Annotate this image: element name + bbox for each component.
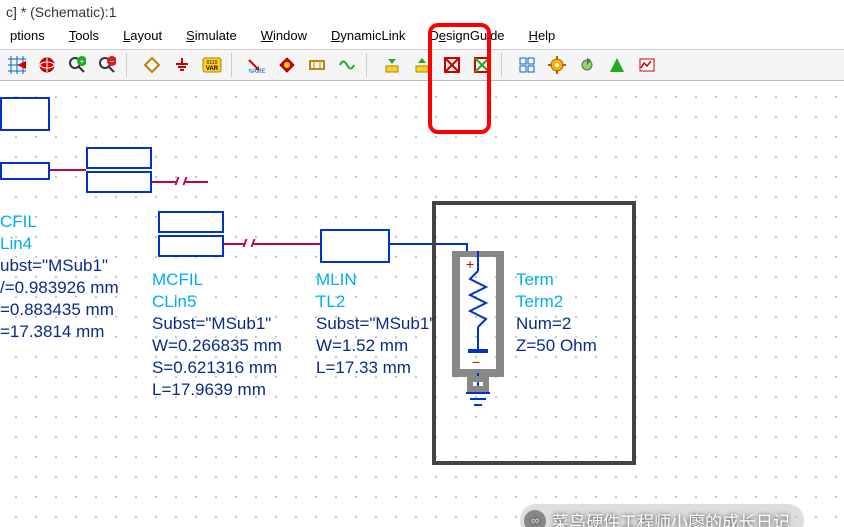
- results-icon[interactable]: [514, 52, 540, 78]
- bus-icon[interactable]: [304, 52, 330, 78]
- component-box[interactable]: [0, 97, 50, 131]
- svg-text:VAR: VAR: [206, 66, 219, 72]
- globe-icon[interactable]: [34, 52, 60, 78]
- wire: [270, 243, 320, 245]
- param-row: L=17.9639 mm: [152, 379, 282, 401]
- component-term[interactable]: + −: [448, 251, 508, 421]
- menu-tools[interactable]: Tools: [59, 26, 109, 45]
- menu-window[interactable]: Window: [251, 26, 317, 45]
- wave-icon[interactable]: [334, 52, 360, 78]
- toolbar: + − 0110VAR NAME: [0, 50, 844, 81]
- var-icon[interactable]: 0110VAR: [199, 52, 225, 78]
- watermark-icon: ∞: [524, 510, 546, 527]
- ground-icon[interactable]: [169, 52, 195, 78]
- toolbar-separator: [501, 53, 508, 77]
- param-row: =17.3814 mm: [0, 321, 119, 343]
- watermark-text: 菜鸟硬件工程师小廖的成长日记: [552, 508, 790, 527]
- params-mlin-tl2[interactable]: MLIN TL2 Subst="MSub1" W=1.52 mm L=17.33…: [316, 269, 435, 379]
- wire: [46, 169, 86, 171]
- zoom-in-icon[interactable]: +: [64, 52, 90, 78]
- toolbar-separator: [231, 53, 238, 77]
- instance-name: Term2: [516, 291, 597, 313]
- param-row: S=0.621316 mm: [152, 357, 282, 379]
- grid-icon[interactable]: [4, 52, 30, 78]
- svg-text:+: +: [466, 256, 474, 272]
- param-row: L=17.33 mm: [316, 357, 435, 379]
- component-box[interactable]: [158, 235, 224, 257]
- params-cfil-lin4[interactable]: CFIL Lin4 ubst="MSub1" /=0.983926 mm =0.…: [0, 211, 119, 344]
- zoom-out-icon[interactable]: −: [94, 52, 120, 78]
- menu-help[interactable]: Help: [519, 26, 566, 45]
- param-row: =0.883435 mm: [0, 299, 119, 321]
- param-row: Z=50 Ohm: [516, 335, 597, 357]
- instance-name: CLin5: [152, 291, 282, 313]
- menu-dynamiclink[interactable]: DynamicLink: [321, 26, 415, 45]
- name-icon[interactable]: NAME: [244, 52, 270, 78]
- optimize-icon[interactable]: [604, 52, 630, 78]
- annotation-highlight: [428, 23, 491, 134]
- menu-simulate[interactable]: Simulate: [176, 26, 247, 45]
- param-row: W=0.266835 mm: [152, 335, 282, 357]
- menu-options[interactable]: ptions: [0, 26, 55, 45]
- component-box[interactable]: [158, 211, 224, 233]
- toolbar-separator: [366, 53, 373, 77]
- component-box[interactable]: [0, 162, 50, 180]
- simulate-gear-icon[interactable]: [544, 52, 570, 78]
- component-mlin[interactable]: [320, 229, 390, 263]
- pin-icon[interactable]: [139, 52, 165, 78]
- component-box[interactable]: [86, 147, 152, 169]
- component-name: MCFIL: [152, 269, 282, 291]
- component-box[interactable]: [86, 171, 152, 193]
- menu-layout[interactable]: Layout: [113, 26, 172, 45]
- svg-text:NAME: NAME: [248, 69, 265, 74]
- param-row: Subst="MSub1": [316, 313, 435, 335]
- watermark: ∞ 菜鸟硬件工程师小廖的成长日记: [520, 504, 804, 527]
- param-row: Num=2: [516, 313, 597, 335]
- param-row: W=1.52 mm: [316, 335, 435, 357]
- toolbar-separator: [126, 53, 133, 77]
- instance-name: Lin4: [0, 233, 119, 255]
- instance-name: TL2: [316, 291, 435, 313]
- component-name: MLIN: [316, 269, 435, 291]
- svg-text:−: −: [472, 354, 480, 370]
- params-term-term2[interactable]: Term Term2 Num=2 Z=50 Ohm: [516, 269, 597, 357]
- display-icon[interactable]: [634, 52, 660, 78]
- menu-bar: ptions Tools Layout Simulate Window Dyna…: [0, 24, 844, 50]
- probe-icon[interactable]: [274, 52, 300, 78]
- component-name: Term: [516, 269, 597, 291]
- params-mcfil-clin5[interactable]: MCFIL CLin5 Subst="MSub1" W=0.266835 mm …: [152, 269, 282, 402]
- component-name: CFIL: [0, 211, 119, 233]
- wire-break: [243, 239, 256, 247]
- push-down-icon[interactable]: [379, 52, 405, 78]
- param-row: Subst="MSub1": [152, 313, 282, 335]
- param-row: /=0.983926 mm: [0, 277, 119, 299]
- param-row: ubst="MSub1": [0, 255, 119, 277]
- schematic-canvas[interactable]: + − CFIL Lin4 ubst="MSub1" /=0.983926 mm…: [0, 81, 844, 527]
- window-title: c] * (Schematic):1: [0, 0, 844, 24]
- wire-break: [175, 177, 188, 185]
- svg-text:+: +: [80, 57, 85, 66]
- svg-text:−: −: [110, 57, 115, 66]
- tune-icon[interactable]: [574, 52, 600, 78]
